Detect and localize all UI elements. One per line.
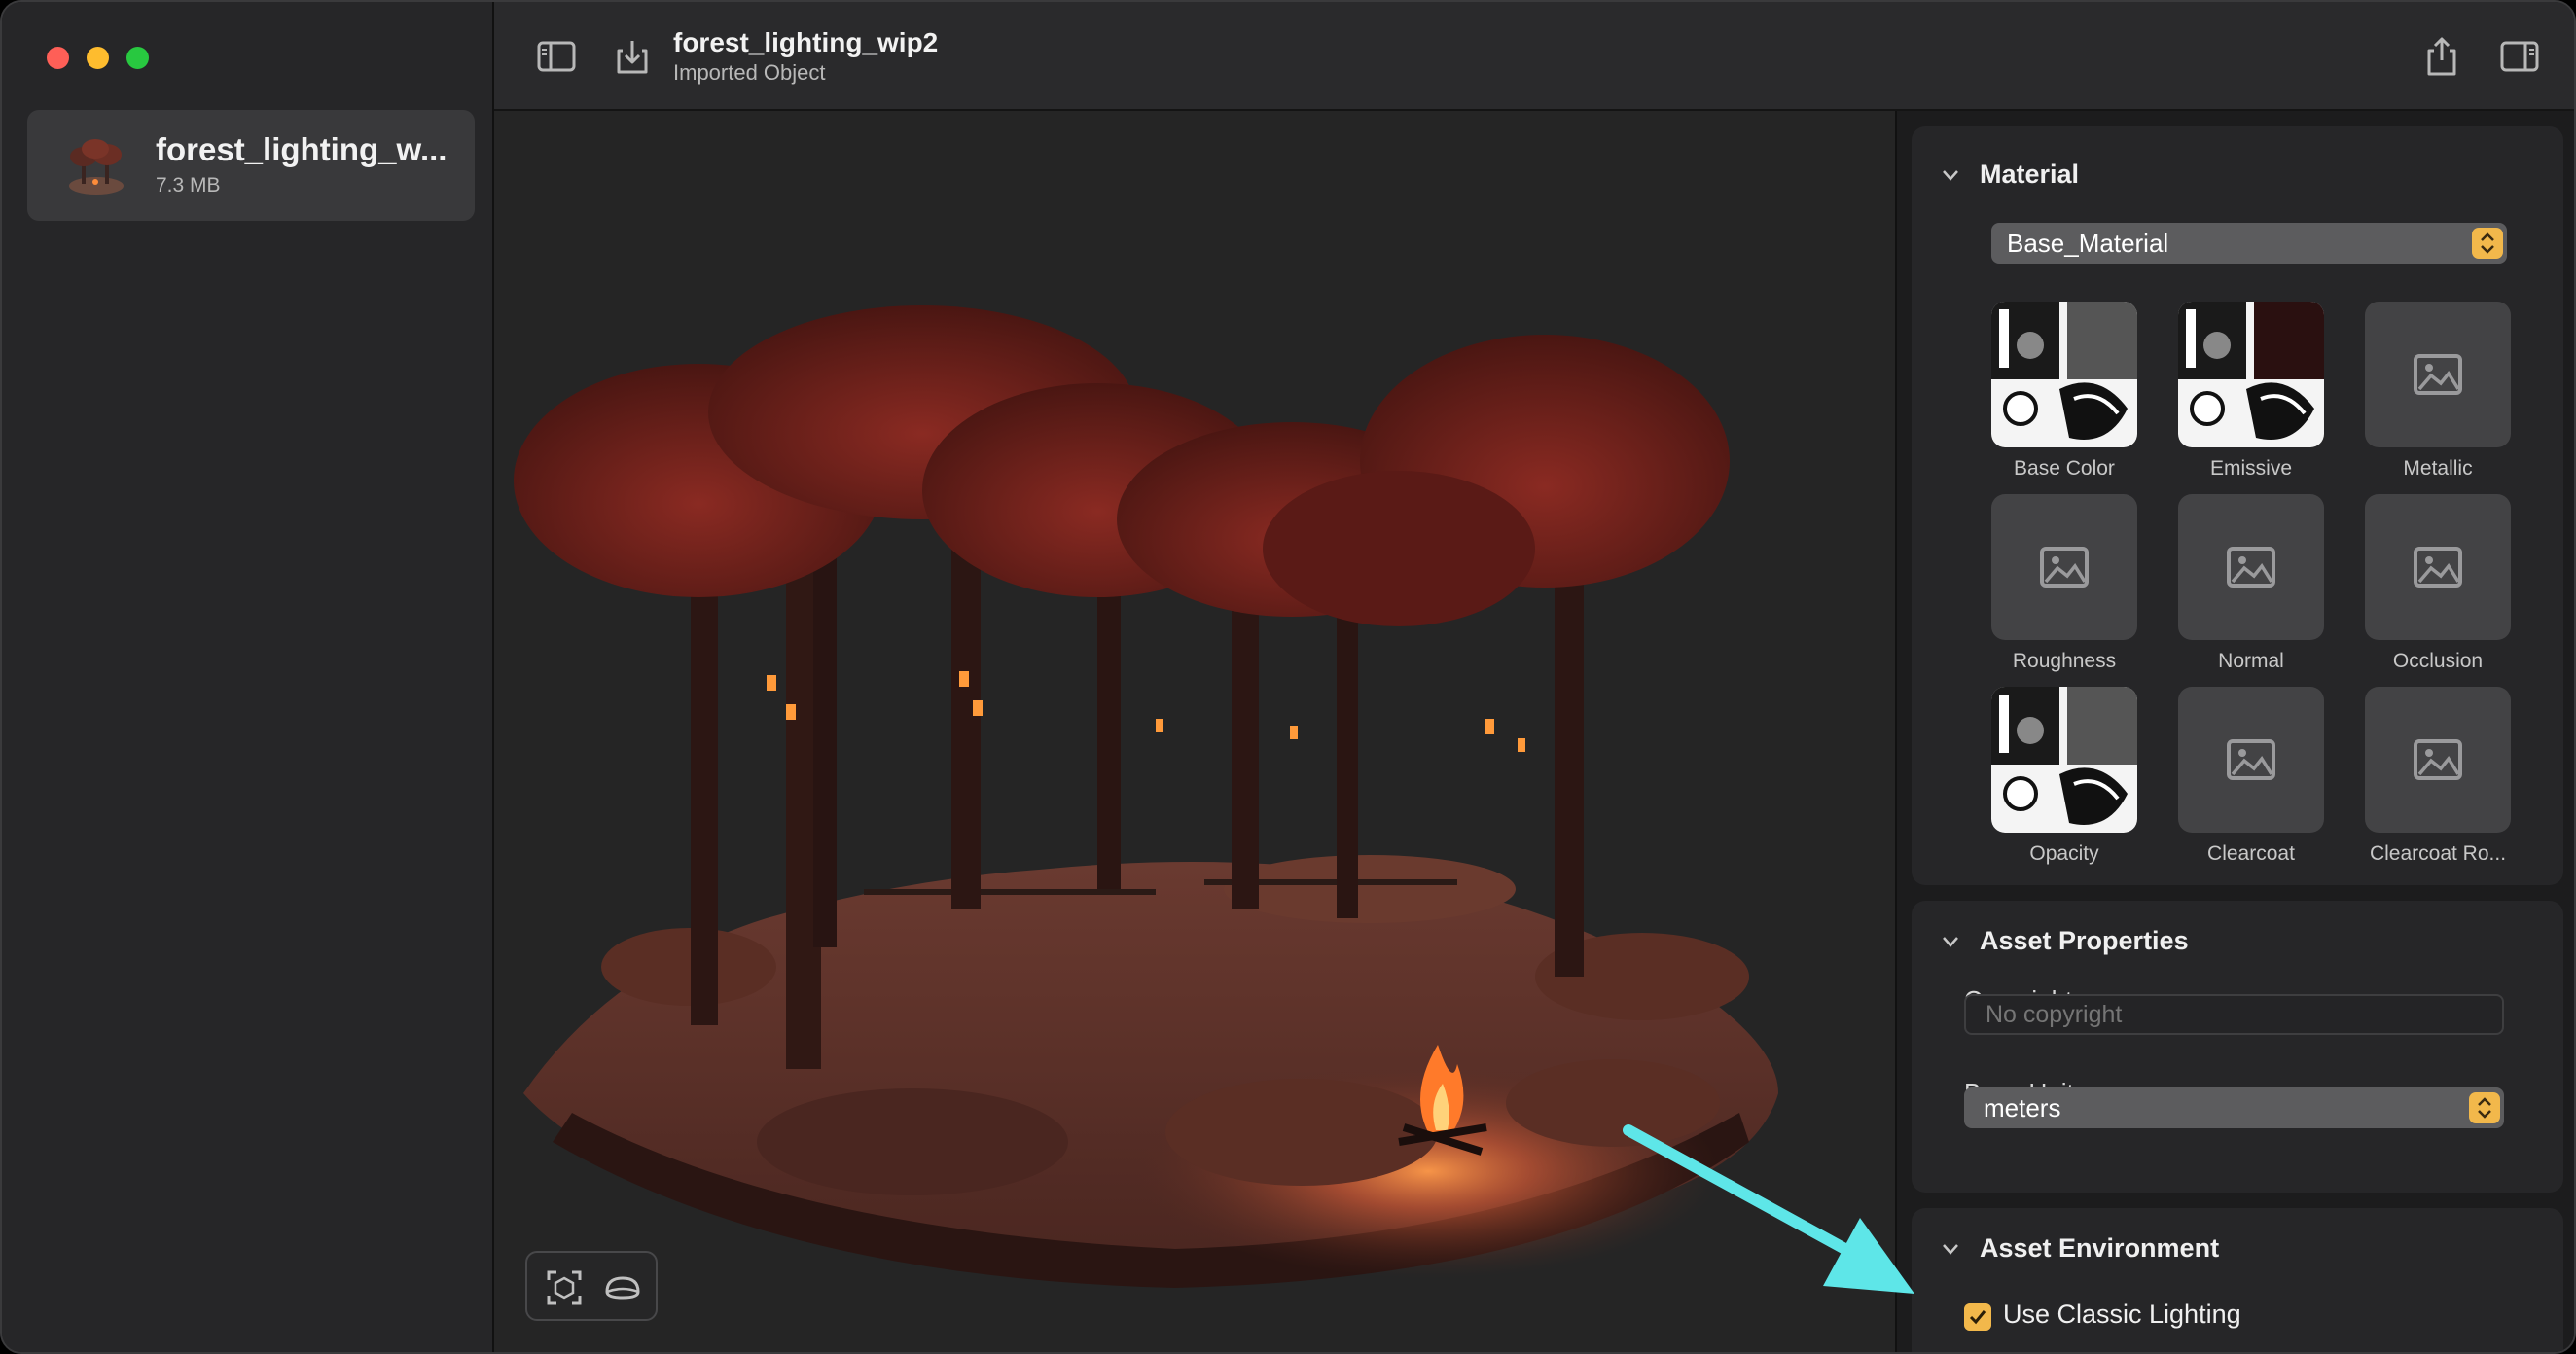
environment-icon[interactable]	[599, 1265, 646, 1311]
texture-slot[interactable]	[2178, 302, 2324, 447]
close-window-button[interactable]	[47, 47, 69, 69]
image-placeholder-icon	[2227, 547, 2275, 588]
material-select-value: Base_Material	[2007, 229, 2169, 258]
3d-viewport[interactable]	[494, 111, 1895, 1352]
texture-preview-icon	[2178, 302, 2324, 447]
viewport-controls	[525, 1251, 658, 1321]
chevron-down-icon[interactable]	[1939, 930, 1962, 953]
asset-properties-panel: Asset Properties Copyright Base Units me…	[1912, 901, 2563, 1193]
texture-slot[interactable]	[2178, 494, 2324, 640]
image-placeholder-icon	[2040, 547, 2089, 588]
texture-slot[interactable]	[1991, 687, 2137, 833]
material-select[interactable]: Base_Material	[1991, 223, 2507, 264]
asset-properties-header[interactable]: Asset Properties	[1980, 926, 2189, 956]
app-window: forest_lighting_w... 7.3 MB forest_light…	[0, 0, 2576, 1354]
select-stepper-icon	[2472, 228, 2503, 259]
zoom-window-button[interactable]	[126, 47, 149, 69]
texture-preview-icon	[1991, 687, 2137, 833]
texture-slot-label: Normal	[2218, 650, 2284, 672]
sidebar-item-file[interactable]: forest_lighting_w... 7.3 MB	[27, 110, 475, 221]
base-units-value: meters	[1984, 1093, 2061, 1122]
texture-slot[interactable]	[2178, 687, 2324, 833]
image-placeholder-icon	[2414, 739, 2462, 780]
asset-environment-header[interactable]: Asset Environment	[1980, 1233, 2219, 1264]
share-icon[interactable]	[2418, 33, 2465, 80]
texture-slot-label: Clearcoat	[2207, 842, 2295, 865]
toolbar: forest_lighting_wip2 Imported Object	[494, 2, 2574, 111]
sidebar: forest_lighting_w... 7.3 MB	[2, 2, 494, 1352]
texture-slot[interactable]	[2365, 687, 2511, 833]
frame-object-icon[interactable]	[541, 1265, 588, 1311]
texture-slot[interactable]	[2365, 494, 2511, 640]
texture-slot-label: Emissive	[2209, 457, 2292, 480]
copyright-input[interactable]	[1964, 994, 2504, 1035]
forest-scene-render	[514, 305, 1778, 1288]
image-placeholder-icon	[2227, 739, 2275, 780]
inspector-panel: Material Base_Material Base Color Emissiv…	[1895, 111, 2574, 1352]
file-size-label: 7.3 MB	[156, 174, 221, 196]
image-placeholder-icon	[2414, 547, 2462, 588]
import-icon[interactable]	[609, 33, 656, 80]
file-name-label: forest_lighting_w...	[156, 131, 447, 167]
material-header[interactable]: Material	[1980, 160, 2079, 190]
chevron-down-icon[interactable]	[1939, 163, 1962, 187]
base-units-select[interactable]: meters	[1964, 1087, 2504, 1128]
document-title: forest_lighting_wip2	[673, 27, 939, 57]
texture-slot-label: Opacity	[2029, 842, 2099, 865]
texture-slot-label: Clearcoat Ro...	[2369, 842, 2507, 865]
texture-slot-label: Base Color	[2014, 457, 2115, 480]
texture-slot-label: Occlusion	[2392, 650, 2484, 672]
texture-slot-label: Metallic	[2403, 457, 2473, 480]
base-units-label: Base Units	[1964, 1049, 2087, 1107]
inspector-toggle-icon[interactable]	[2496, 33, 2543, 80]
classic-lighting-checkbox[interactable]	[1964, 1303, 1991, 1331]
document-subtitle: Imported Object	[673, 60, 826, 85]
select-stepper-icon	[2469, 1092, 2500, 1123]
chevron-down-icon[interactable]	[1939, 1237, 1962, 1261]
texture-slot[interactable]	[2365, 302, 2511, 447]
sidebar-toggle-icon[interactable]	[533, 33, 580, 80]
material-panel: Material Base_Material Base Color Emissiv…	[1912, 126, 2563, 885]
file-thumbnail-icon	[69, 139, 124, 195]
texture-preview-icon	[1991, 302, 2137, 447]
copyright-label: Copyright	[1964, 956, 2072, 1015]
image-placeholder-icon	[2414, 354, 2462, 395]
texture-slot-label: Roughness	[2012, 650, 2117, 672]
texture-slot[interactable]	[1991, 494, 2137, 640]
classic-lighting-label[interactable]: Use Classic Lighting	[2003, 1300, 2241, 1330]
asset-environment-panel: Asset Environment Use Classic Lighting	[1912, 1208, 2563, 1352]
minimize-window-button[interactable]	[87, 47, 109, 69]
texture-slot[interactable]	[1991, 302, 2137, 447]
